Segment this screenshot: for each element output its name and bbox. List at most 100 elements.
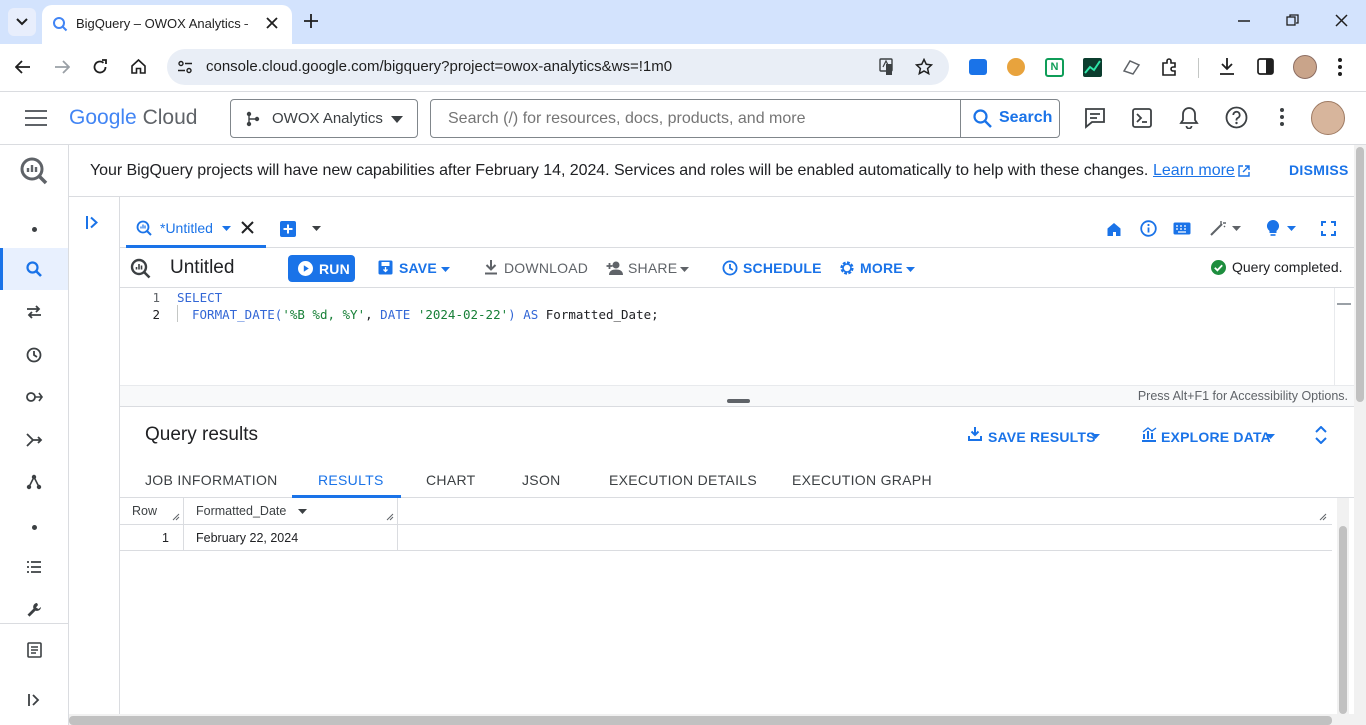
column-resize-icon[interactable] <box>172 513 180 521</box>
back-icon[interactable] <box>15 60 31 74</box>
chevron-down-icon[interactable] <box>1232 226 1241 231</box>
project-picker[interactable]: OWOX Analytics <box>230 99 418 138</box>
run-button[interactable]: RUN <box>288 255 355 282</box>
nav-item-analytics-hub[interactable] <box>0 376 68 418</box>
nav-item-search[interactable] <box>0 248 68 290</box>
search-button[interactable]: Search <box>961 100 1059 137</box>
results-scrollbar[interactable] <box>1337 498 1349 714</box>
nav-item-8[interactable] <box>0 506 68 548</box>
site-info-icon[interactable] <box>177 60 193 74</box>
learn-more-link[interactable]: Learn more <box>1153 162 1235 180</box>
fullscreen-icon[interactable] <box>1321 221 1336 236</box>
browser-profile-avatar[interactable] <box>1293 55 1317 79</box>
side-panel-icon[interactable] <box>1257 58 1274 75</box>
expand-collapse-icon[interactable] <box>1315 426 1327 444</box>
restore-icon[interactable] <box>1286 14 1299 27</box>
more-button[interactable]: MORE <box>838 257 920 281</box>
extension-1-icon[interactable] <box>969 59 987 75</box>
column-resize-icon[interactable] <box>386 513 394 521</box>
save-results-button[interactable]: SAVE RESULTS <box>966 425 1102 447</box>
reload-icon[interactable] <box>92 59 108 75</box>
nav-item-list[interactable] <box>0 546 68 588</box>
notes-icon[interactable] <box>1084 107 1106 129</box>
download-button[interactable]: DOWNLOAD <box>482 257 588 281</box>
sql-editor[interactable]: 1 2 SELECT FORMAT_DATE('%B %d, %Y', DATE… <box>120 288 1354 406</box>
keyboard-icon[interactable] <box>1173 222 1191 235</box>
cloud-shell-icon[interactable] <box>1131 107 1153 129</box>
share-button[interactable]: SHARE <box>605 257 695 281</box>
tab-chart[interactable]: CHART <box>401 460 497 498</box>
close-tab-icon[interactable] <box>266 17 278 29</box>
bookmark-star-icon[interactable] <box>915 58 933 76</box>
column-resize-icon[interactable] <box>1319 513 1327 521</box>
dismiss-button[interactable]: DISMISS <box>1289 162 1349 178</box>
chevron-down-icon[interactable] <box>1287 226 1296 231</box>
new-tab-icon[interactable] <box>304 14 318 28</box>
code-area[interactable]: SELECT FORMAT_DATE('%B %d, %Y', DATE '20… <box>177 288 1334 385</box>
hamburger-menu-icon[interactable] <box>25 110 47 126</box>
tab-results[interactable]: RESULTS <box>292 460 401 498</box>
magic-wand-icon[interactable] <box>1209 220 1226 237</box>
search-box[interactable]: Search <box>430 99 1060 138</box>
explore-data-button[interactable]: EXPLORE DATA <box>1139 425 1279 447</box>
notifications-bell-icon[interactable] <box>1179 106 1199 129</box>
tab-execution-details[interactable]: EXECUTION DETAILS <box>583 460 766 498</box>
lightbulb-icon[interactable] <box>1266 219 1280 237</box>
account-avatar[interactable] <box>1311 101 1345 135</box>
horizontal-scrollbar[interactable] <box>69 714 1354 725</box>
forward-icon[interactable] <box>54 60 70 74</box>
address-bar[interactable]: console.cloud.google.com/bigquery?projec… <box>167 49 949 85</box>
minimize-icon[interactable] <box>1238 20 1250 22</box>
close-window-icon[interactable] <box>1335 14 1348 27</box>
sort-arrow-icon[interactable] <box>298 509 307 514</box>
tab-execution-graph[interactable]: EXECUTION GRAPH <box>766 460 946 498</box>
table-row[interactable]: 1 February 22, 2024 <box>120 525 1332 551</box>
n-extension-icon[interactable]: N <box>1045 58 1064 77</box>
home-icon[interactable] <box>1106 221 1122 237</box>
cookie-extension-icon[interactable] <box>1007 58 1025 76</box>
tab-menu-arrow-icon[interactable] <box>222 226 231 231</box>
query-title[interactable]: Untitled <box>170 257 234 279</box>
resize-handle[interactable] <box>727 399 750 403</box>
help-icon[interactable] <box>1225 106 1248 129</box>
page-scrollbar[interactable] <box>1354 145 1366 725</box>
new-query-menu-arrow-icon[interactable] <box>312 226 321 231</box>
extension-5-icon[interactable] <box>1122 59 1141 75</box>
column-header-formatted-date[interactable]: Formatted_Date <box>184 498 398 525</box>
nav-item-history[interactable] <box>0 334 68 376</box>
nav-item-release-notes[interactable] <box>0 629 68 671</box>
home-icon[interactable] <box>130 58 147 75</box>
download-icon[interactable] <box>1218 57 1236 76</box>
horizontal-scrollbar-thumb[interactable] <box>69 716 1332 725</box>
bigquery-logo-icon[interactable] <box>19 156 49 186</box>
results-scrollbar-thumb[interactable] <box>1339 526 1347 714</box>
browser-tab[interactable]: BigQuery – OWOX Analytics – G <box>42 5 292 44</box>
browser-menu-icon[interactable] <box>1338 58 1342 76</box>
nav-item-1[interactable] <box>0 208 68 250</box>
save-button[interactable]: SAVE <box>376 257 454 281</box>
expand-explorer-icon[interactable] <box>86 216 100 229</box>
extensions-puzzle-icon[interactable] <box>1160 57 1180 77</box>
new-query-icon[interactable] <box>280 221 296 237</box>
tab-search-button[interactable] <box>8 8 36 36</box>
nav-item-dataflow[interactable] <box>0 419 68 461</box>
nav-item-settings[interactable] <box>0 589 68 631</box>
nav-item-dataform[interactable] <box>0 461 68 503</box>
more-options-icon[interactable] <box>1280 108 1284 126</box>
expand-nav-button[interactable] <box>0 679 68 721</box>
info-icon[interactable] <box>1140 220 1157 237</box>
translate-icon[interactable] <box>879 58 899 76</box>
schedule-button[interactable]: SCHEDULE <box>721 257 821 281</box>
table-cell[interactable]: February 22, 2024 <box>184 525 398 551</box>
nav-item-transfers[interactable] <box>0 291 68 333</box>
google-cloud-logo[interactable]: Google Cloud <box>69 106 197 130</box>
analytics-extension-icon[interactable] <box>1083 58 1102 77</box>
code-keyword: DATE <box>380 307 418 322</box>
tab-json[interactable]: JSON <box>497 460 583 498</box>
search-input[interactable] <box>431 100 959 137</box>
page-scrollbar-thumb[interactable] <box>1356 147 1364 402</box>
column-header-row[interactable]: Row <box>120 498 184 525</box>
tab-job-information[interactable]: JOB INFORMATION <box>120 460 292 498</box>
close-editor-tab-icon[interactable] <box>241 221 254 234</box>
editor-tab-untitled[interactable]: *Untitled <box>126 209 266 248</box>
